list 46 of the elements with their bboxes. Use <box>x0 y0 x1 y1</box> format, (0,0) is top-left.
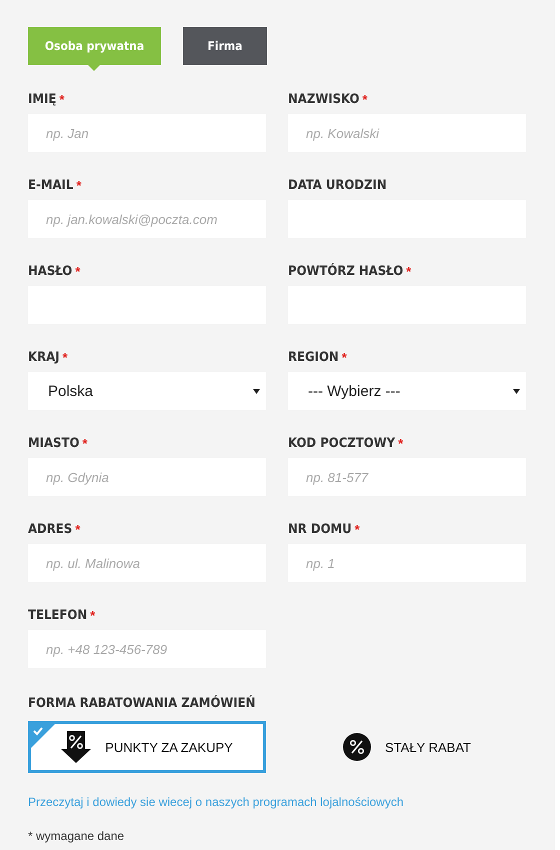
field-label: MIASTO <box>28 436 80 451</box>
percent-arrow-icon <box>61 731 92 763</box>
field-label: NR DOMU <box>288 522 352 537</box>
required-mark: * <box>62 350 68 365</box>
input-field[interactable]: np. +48 123-456-789 <box>28 630 266 668</box>
check-icon <box>31 724 55 748</box>
required-mark: * <box>75 264 80 279</box>
select-field[interactable]: --- Wybierz --- <box>288 372 526 410</box>
field-label: HASŁO <box>28 264 72 279</box>
input-field[interactable]: np. 81-577 <box>288 458 526 496</box>
required-note: * wymagane dane <box>28 829 126 843</box>
input-field[interactable]: np. Jan <box>28 114 266 152</box>
required-mark: * <box>76 178 82 193</box>
field-label: E-MAIL <box>28 178 74 193</box>
caret-icon <box>513 388 520 394</box>
section-label: FORMA RABATOWANIA ZAMÓWIEŃ <box>28 696 256 711</box>
required-mark: * <box>75 522 80 537</box>
input-field[interactable]: np. Gdynia <box>28 458 266 496</box>
field-label: REGION <box>288 350 339 365</box>
required-mark: * <box>90 608 96 623</box>
required-mark: * <box>59 92 64 107</box>
input-field[interactable]: np. jan.kowalski@poczta.com <box>28 200 266 238</box>
select-field[interactable]: Polska <box>28 372 266 410</box>
field-label: ADRES <box>28 522 72 537</box>
tab-pointer-icon <box>88 65 100 71</box>
input-field[interactable]: np. Kowalski <box>288 114 526 152</box>
field-label: NAZWISKO <box>288 92 360 107</box>
field-label: POWTÓRZ HASŁO <box>288 264 404 279</box>
required-mark: * <box>406 264 412 279</box>
input-field[interactable]: np. 1 <box>288 544 526 582</box>
required-mark: * <box>354 522 360 537</box>
required-mark: * <box>362 92 368 107</box>
input-field[interactable]: np. ul. Malinowa <box>28 544 266 582</box>
caret-icon <box>253 388 260 394</box>
tab[interactable]: Firma <box>183 27 267 65</box>
field-label: DATA URODZIN <box>288 178 387 193</box>
discount-option[interactable]: PUNKTY ZA ZAKUPY <box>28 721 266 773</box>
required-mark: * <box>398 436 404 451</box>
percent-icon <box>343 733 371 761</box>
field-label: KOD POCZTOWY <box>288 436 396 451</box>
required-mark: * <box>342 350 347 365</box>
field-label: TELEFON <box>28 608 88 623</box>
field-label: KRAJ <box>28 350 60 365</box>
required-mark: * <box>82 436 88 451</box>
field-label: IMIĘ <box>28 92 56 107</box>
discount-option[interactable]: STAŁY RABAT <box>288 721 526 773</box>
